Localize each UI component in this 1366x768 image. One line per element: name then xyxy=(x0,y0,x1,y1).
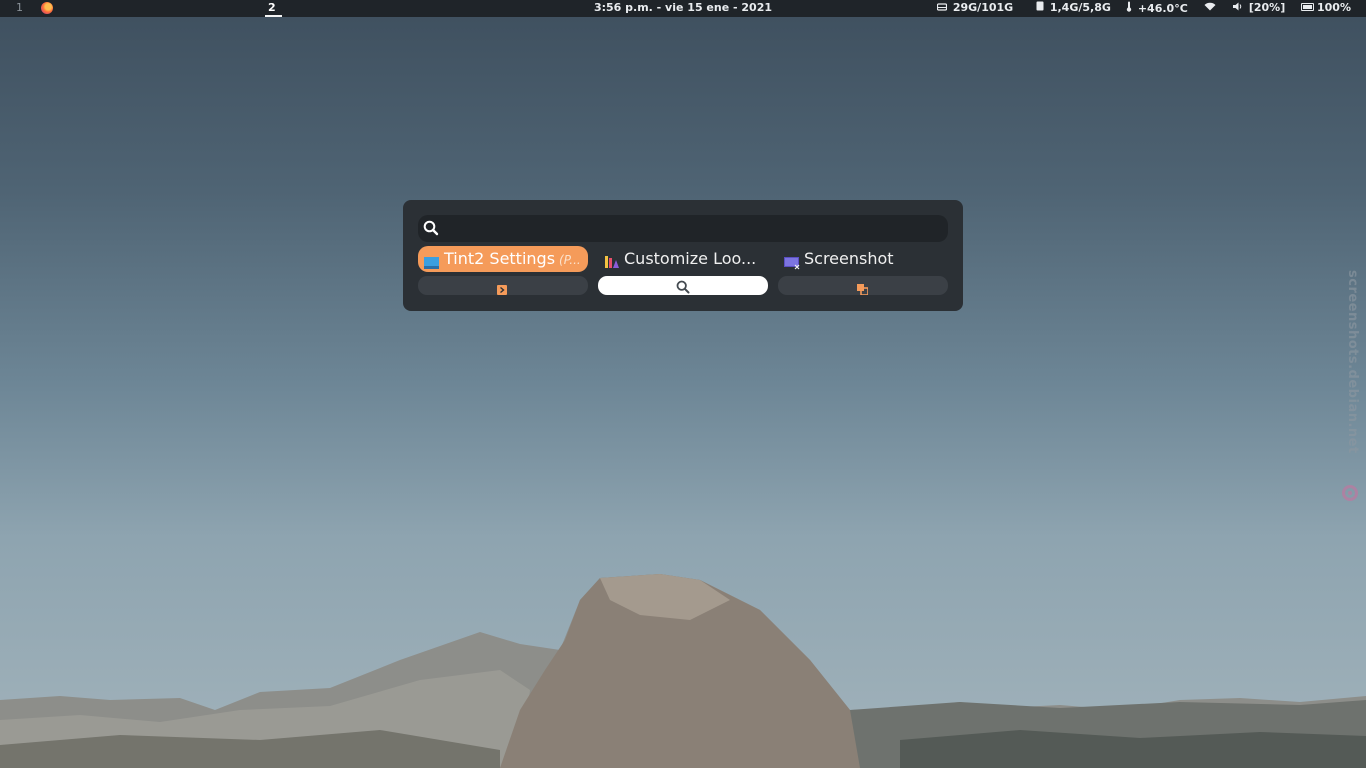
run-arrow-icon xyxy=(497,280,507,299)
volume-indicator[interactable]: [20%] xyxy=(1233,1,1285,14)
debian-logo-icon xyxy=(1342,485,1358,501)
wallpaper-mountains xyxy=(0,574,1366,768)
wifi-icon xyxy=(1204,1,1216,14)
memory-usage-text: 1,4G/5,8G xyxy=(1049,1,1111,14)
action-window-switch[interactable] xyxy=(778,276,948,296)
action-search[interactable] xyxy=(598,276,768,295)
result-label: Tint2 Settings xyxy=(444,249,556,268)
window-switch-icon xyxy=(857,280,869,299)
result-label: Customize Loo... xyxy=(624,249,757,268)
battery-indicator: 100% xyxy=(1301,1,1351,14)
result-screenshot[interactable]: Screenshot xyxy=(778,246,948,272)
result-label: Screenshot xyxy=(804,249,894,268)
tint2-settings-icon xyxy=(424,252,439,269)
watermark: screenshots.debian.net xyxy=(1345,270,1360,454)
search-bar[interactable] xyxy=(418,215,948,242)
thermometer-icon xyxy=(1126,1,1136,15)
screenshot-icon xyxy=(784,252,800,270)
temperature-text: +46.0°C xyxy=(1137,2,1188,15)
temperature-indicator: +46.0°C xyxy=(1126,1,1188,15)
wifi-indicator[interactable] xyxy=(1204,1,1216,14)
result-tint2-settings[interactable]: Tint2 Settings (P... xyxy=(418,246,588,272)
disk-indicator: 29G/101G xyxy=(936,1,1014,14)
battery-icon xyxy=(1301,3,1314,11)
speaker-icon xyxy=(1233,1,1247,14)
action-run[interactable] xyxy=(418,276,588,295)
active-workspace-indicator xyxy=(265,15,282,17)
top-panel: 1 2 3:56 p.m. - vie 15 ene - 2021 29G/10… xyxy=(0,0,1366,17)
search-icon xyxy=(676,279,690,298)
search-input[interactable] xyxy=(446,218,945,240)
memory-indicator: 1,4G/5,8G xyxy=(1036,1,1111,14)
memory-icon xyxy=(1036,1,1048,14)
battery-text: 100% xyxy=(1317,1,1351,14)
customize-look-icon xyxy=(604,252,619,268)
disk-usage-text: 29G/101G xyxy=(952,1,1014,14)
result-sublabel: (P... xyxy=(559,253,581,267)
result-customize-look[interactable]: Customize Loo... xyxy=(598,246,768,272)
volume-text: [20%] xyxy=(1248,1,1286,14)
disk-icon xyxy=(936,1,951,14)
app-launcher: Tint2 Settings (P... Customize Loo... Scr… xyxy=(403,200,963,311)
search-icon xyxy=(423,220,439,240)
